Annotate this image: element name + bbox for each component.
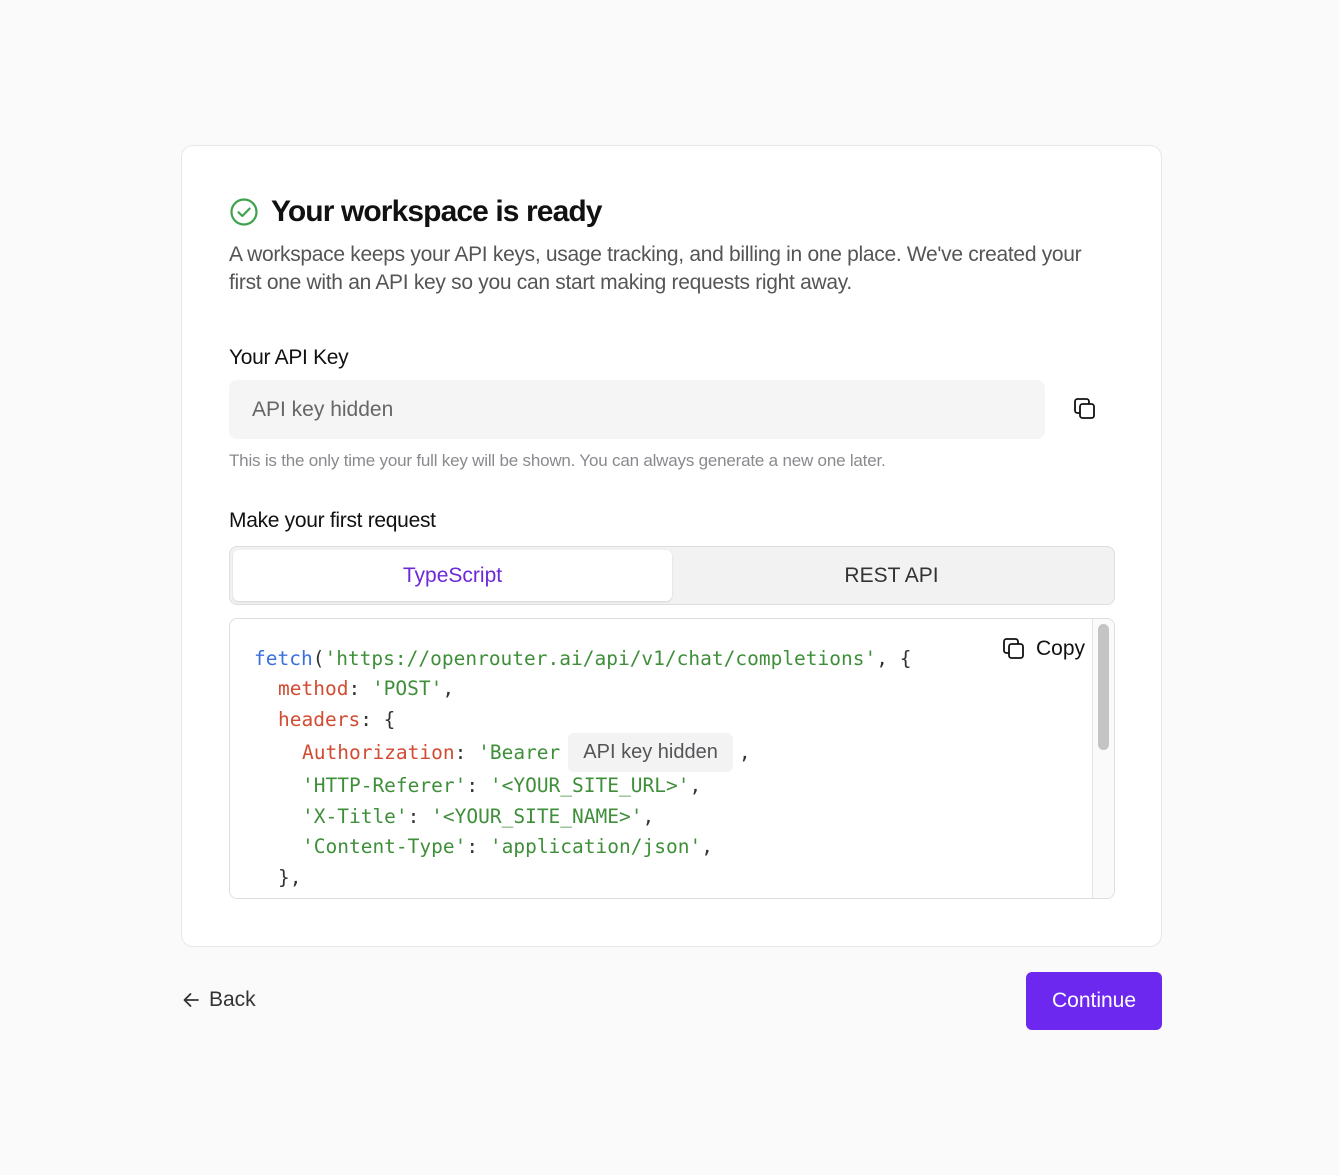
- code-token: :: [466, 774, 490, 798]
- code-token: 'Bearer: [478, 741, 561, 764]
- code-line: },: [254, 862, 911, 893]
- copy-api-key-button[interactable]: [1070, 394, 1100, 424]
- page-title: Your workspace is ready: [271, 195, 602, 228]
- code-token: 'POST': [371, 677, 443, 701]
- workspace-ready-card: Your workspace is ready A workspace keep…: [181, 145, 1162, 947]
- code-token: , {: [876, 646, 912, 670]
- api-key-chip: API key hidden: [568, 733, 733, 772]
- continue-button[interactable]: Continue: [1026, 972, 1162, 1030]
- check-circle-icon: [230, 198, 258, 226]
- api-key-field[interactable]: API key hidden: [229, 380, 1045, 439]
- api-key-label: Your API Key: [229, 346, 349, 369]
- code-token: Authorization: [302, 741, 455, 764]
- code-line: method: 'POST',: [254, 674, 911, 705]
- code-line: fetch('https://openrouter.ai/api/v1/chat…: [254, 643, 911, 674]
- code-token: 'HTTP-Referer': [302, 774, 467, 798]
- language-tabs: TypeScript REST API: [229, 546, 1115, 605]
- copy-code-button[interactable]: Copy: [1002, 637, 1086, 661]
- code-token: 'https://openrouter.ai/api/v1/chat/compl…: [324, 646, 877, 670]
- code-token: : {: [360, 707, 396, 731]
- first-request-label: Make your first request: [229, 509, 436, 532]
- code-scrollbar[interactable]: [1092, 619, 1114, 898]
- copy-label: Copy: [1036, 637, 1086, 660]
- back-button[interactable]: Back: [181, 988, 256, 1012]
- code-token: headers: [278, 707, 361, 731]
- scrollbar-thumb[interactable]: [1098, 624, 1109, 750]
- arrow-left-icon: [183, 993, 199, 1007]
- code-token: ,: [642, 804, 655, 828]
- code-token: 'X-Title': [302, 804, 408, 828]
- back-label: Back: [209, 988, 256, 1011]
- code-token: method: [278, 677, 349, 701]
- code-token: (: [312, 646, 325, 670]
- copy-icon: [1074, 398, 1095, 419]
- code-line: headers: {: [254, 704, 911, 735]
- api-key-value: API key hidden: [252, 397, 394, 421]
- code-token: '<YOUR_SITE_URL>': [489, 774, 690, 798]
- code-token: 'application/json': [489, 835, 702, 859]
- code-token: ,: [689, 774, 702, 798]
- code-token: ,: [738, 741, 751, 764]
- code-token: '<YOUR_SITE_NAME>': [431, 804, 643, 828]
- copy-icon: [1003, 638, 1024, 659]
- code-block: fetch('https://openrouter.ai/api/v1/chat…: [229, 618, 1115, 899]
- code-token: :: [348, 677, 372, 701]
- code-token: :: [454, 741, 479, 764]
- code-content: fetch('https://openrouter.ai/api/v1/chat…: [254, 643, 911, 893]
- code-token: ,: [442, 677, 455, 701]
- title-row: Your workspace is ready: [229, 194, 602, 230]
- code-line: 'Content-Type': 'application/json',: [254, 832, 911, 863]
- code-token: :: [407, 804, 432, 828]
- api-key-hint: This is the only time your full key will…: [229, 451, 886, 470]
- tab-typescript[interactable]: TypeScript: [233, 550, 672, 601]
- code-line: 'HTTP-Referer': '<YOUR_SITE_URL>',: [254, 771, 911, 802]
- page-description: A workspace keeps your API keys, usage t…: [229, 243, 1082, 294]
- code-token: ,: [701, 835, 713, 859]
- code-line: Authorization: 'Bearer API key hidden,: [254, 733, 911, 772]
- code-token: :: [466, 835, 490, 859]
- code-token: fetch: [254, 646, 313, 670]
- tab-rest-api[interactable]: REST API: [672, 550, 1111, 601]
- code-line: 'X-Title': '<YOUR_SITE_NAME>',: [254, 801, 911, 832]
- code-token: 'Content-Type': [302, 835, 467, 859]
- code-token: },: [278, 865, 302, 889]
